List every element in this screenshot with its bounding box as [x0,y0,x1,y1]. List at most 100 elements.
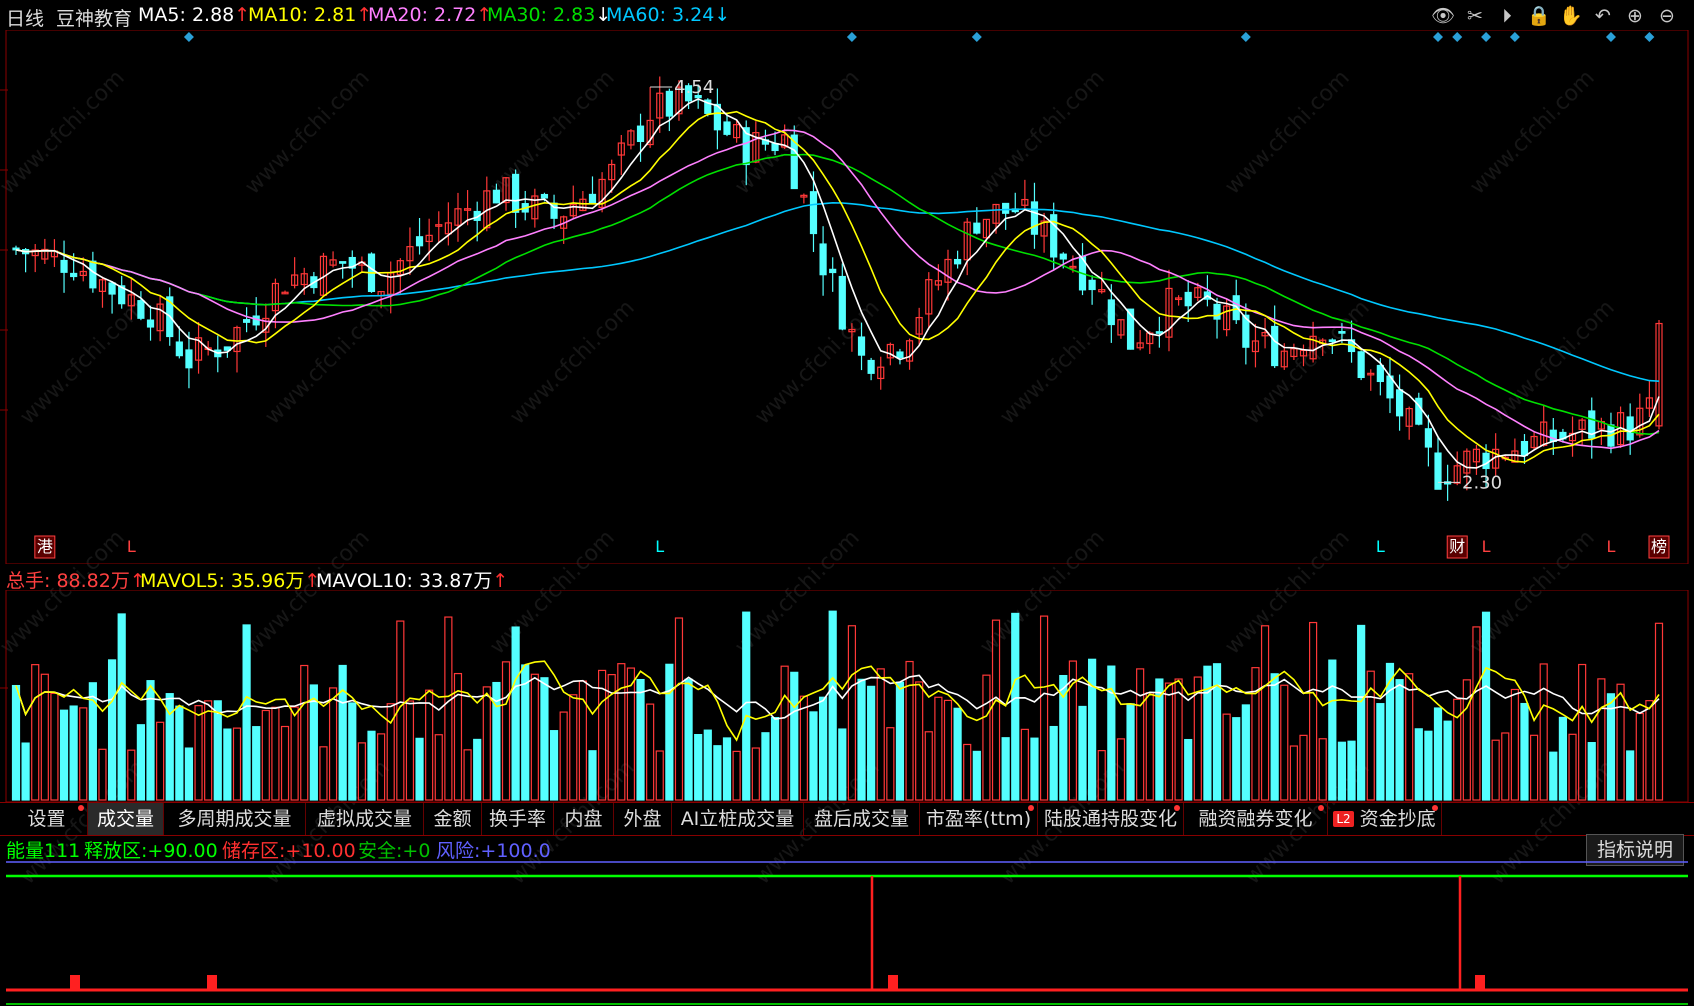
volume-bar [1078,705,1087,801]
volume-bar [934,696,943,801]
undo-icon[interactable]: ↶ [1590,4,1616,28]
volume-bar [1549,751,1558,801]
volume-bar [1088,658,1097,801]
tab-2[interactable]: 多周期成交量 [164,803,306,835]
event-diamond-icon[interactable] [971,32,982,42]
tab-11[interactable]: 陆股通持股变化 [1038,803,1184,835]
event-diamond-icon[interactable] [1481,32,1492,42]
bottom-marker-label[interactable]: 港 [37,537,53,556]
event-diamond-icon[interactable] [1240,32,1251,42]
bottom-marker-label[interactable]: L [1606,537,1615,556]
bottom-marker-label[interactable]: L [1482,537,1491,556]
tab-label: 换手率 [488,808,546,830]
tab-13[interactable]: L2 资金抄底 [1328,803,1442,835]
tab-label: 市盈率(ttm) [925,808,1032,830]
event-diamond-icon[interactable] [1509,32,1520,42]
tab-7[interactable]: 外盘 [614,803,672,835]
event-diamond-icon[interactable] [1452,32,1463,42]
risk-label: 风险: [436,840,481,862]
volume-bar [348,702,357,801]
volume-bar [953,707,962,801]
zoom-out-icon[interactable]: ⊖ [1654,4,1680,28]
volume-bar [473,738,482,801]
ma60-label: MA60: [606,4,666,26]
candle-body [1184,291,1192,307]
play-icon[interactable]: ⏵ [1494,4,1520,28]
event-diamond-icon[interactable] [1644,32,1655,42]
scissors-icon[interactable]: ✂ [1462,4,1488,28]
volume-bar [818,696,828,801]
tab-10[interactable]: 市盈率(ttm) [920,803,1038,835]
event-diamond-icon[interactable] [1433,32,1444,42]
volume-bar [444,616,453,801]
energy-indicator-chart[interactable] [0,860,1694,1006]
tab-12[interactable]: 融资融券变化 [1184,803,1328,835]
tab-8[interactable]: AI立桩成交量 [672,803,804,835]
volume-bar [1405,673,1414,801]
volume-bar [751,747,760,801]
volume-bar [1145,692,1154,801]
candle-body [829,268,837,274]
volume-chart[interactable] [0,590,1694,802]
volume-bar [261,709,270,801]
volume-bar [1030,737,1039,801]
volume-bar [1232,717,1241,801]
tab-1[interactable]: 成交量 [88,803,164,835]
event-diamond-icon[interactable] [183,32,194,42]
bottom-marker-label[interactable]: L [1376,537,1385,556]
hand-icon[interactable]: ✋ [1558,4,1584,28]
volume-bar [1443,720,1452,801]
tab-4[interactable]: 金额 [424,803,482,835]
tab-9[interactable]: 盘后成交量 [804,803,920,835]
tab-label: 内盘 [564,808,603,830]
eye-icon[interactable]: 👁 [1430,4,1456,28]
tab-label: 融资融券变化 [1198,808,1313,830]
volume-bar [328,687,338,801]
candle-body [1030,201,1039,235]
tab-0[interactable]: 设置 [6,803,88,835]
volume-bar [79,707,88,801]
volume-bar [1395,679,1404,801]
lock-icon[interactable]: 🔒 [1526,4,1552,28]
bottom-marker-label[interactable]: L [127,537,136,556]
zoom-in-icon[interactable]: ⊕ [1622,4,1648,28]
tab-3[interactable]: 虚拟成交量 [306,803,424,835]
tab-5[interactable]: 换手率 [482,803,554,835]
candle-body [1107,299,1115,326]
notification-dot-icon [1432,805,1438,811]
volume-bar [1654,622,1664,801]
candle-body [70,272,78,278]
ma30-legend: MA30: 2.83↓ [487,4,611,26]
volume-bar [1203,665,1212,801]
volume-bar [98,748,107,801]
ma30-label: MA30: [487,4,547,26]
volume-bar [1126,703,1135,801]
tab-6[interactable]: 内盘 [554,803,614,835]
ma60-arrow: ↓ [714,4,731,26]
volume-bar [636,678,645,801]
volume-bar [530,673,539,801]
event-diamond-icon[interactable] [1605,32,1616,42]
volume-bar [694,734,703,801]
volume-bar [655,750,664,801]
volume-bar [377,733,386,801]
bottom-marker-label[interactable]: 财 [1449,537,1465,556]
bottom-marker-label[interactable]: 榜 [1651,537,1667,556]
signal-block [70,975,80,990]
volume-bar [405,700,415,801]
ma10-label: MA10: [248,4,308,26]
volume-bar [982,674,991,801]
ma60-value: 3.24 [672,4,715,26]
release-label: 释放区: [84,840,148,862]
volume-bar [1645,700,1654,801]
mavol5-value: 35.96万 [230,570,305,592]
bottom-marker-label[interactable]: L [655,537,664,556]
period-label[interactable]: 日线 [6,4,44,31]
volume-bar [770,717,780,801]
volume-bar [1222,713,1231,801]
volume-bar [300,664,309,801]
event-diamond-icon[interactable] [846,32,857,42]
volume-bar [501,661,511,801]
candle-body [771,143,779,152]
candlestick-chart[interactable]: 4.542.30港 L L L 财 L L 榜 [0,30,1694,564]
